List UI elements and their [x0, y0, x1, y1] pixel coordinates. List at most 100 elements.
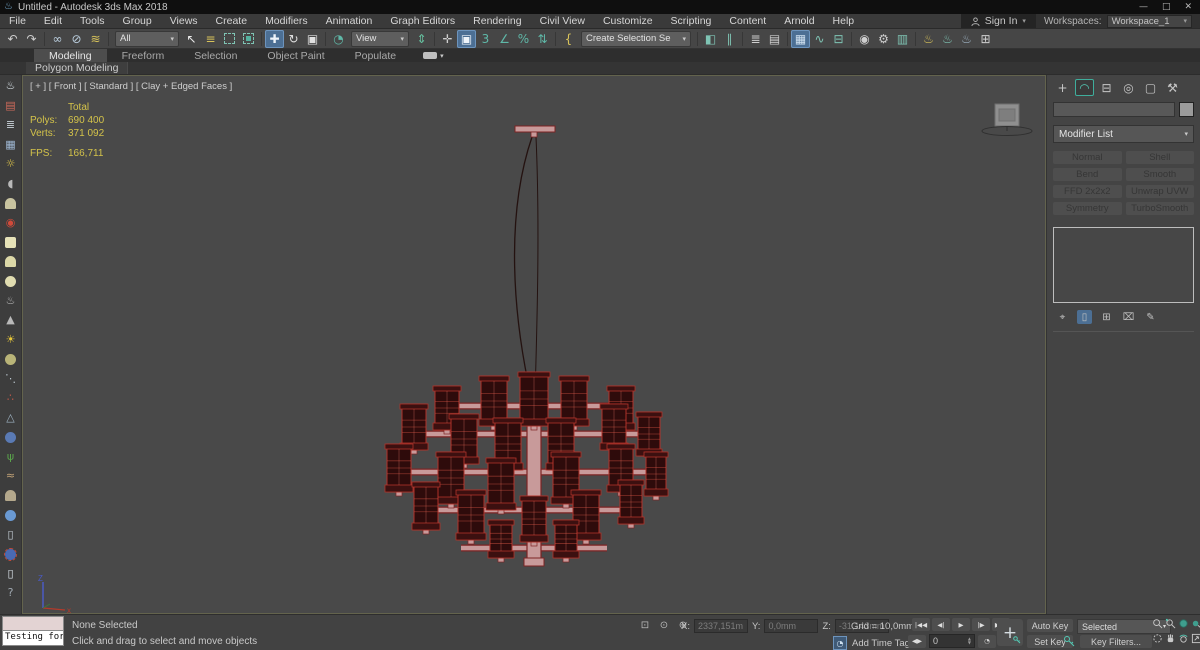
clipboard-icon[interactable]: ▯ [3, 527, 19, 543]
shell-icon[interactable] [3, 488, 19, 504]
polygon-modeling-panel[interactable]: Polygon Modeling [26, 62, 129, 74]
zoom-extents-all-icon[interactable] [1178, 618, 1189, 629]
menu-graph-editors[interactable]: Graph Editors [381, 14, 464, 28]
dome-primitive-icon[interactable] [3, 254, 19, 270]
menu-arnold[interactable]: Arnold [775, 14, 823, 28]
render-production-icon[interactable]: ♨ [919, 30, 938, 48]
ribbon-tab-object-paint[interactable]: Object Paint [252, 49, 339, 62]
macro-recorder-field[interactable] [2, 616, 64, 631]
menu-tools[interactable]: Tools [71, 14, 114, 28]
render-flyout-icon[interactable]: ♨ [957, 30, 976, 48]
zoom-extents-selected-icon[interactable] [1191, 618, 1200, 629]
remove-modifier-icon[interactable]: ⌧ [1121, 310, 1136, 324]
pan-icon[interactable] [1165, 633, 1176, 644]
select-and-manipulate-icon[interactable]: ⇕ [412, 30, 431, 48]
document-icon[interactable]: ▯ [3, 566, 19, 582]
align-icon[interactable]: ∥ [720, 30, 739, 48]
scene-explorer-shortcut-icon[interactable]: ▤ [3, 98, 19, 114]
teapot-primitive-icon[interactable]: ♨ [3, 293, 19, 309]
modifier-button-symmetry[interactable]: Symmetry [1053, 202, 1122, 215]
y-field[interactable]: 0,0mm [764, 619, 819, 633]
menu-customize[interactable]: Customize [594, 14, 662, 28]
menu-content[interactable]: Content [720, 14, 775, 28]
ribbon-tab-freeform[interactable]: Freeform [107, 49, 180, 62]
show-end-result-icon[interactable]: ▯ [1077, 310, 1092, 324]
scene-explorer-icon[interactable]: ▤ [765, 30, 784, 48]
x-field[interactable]: 2337,151m [693, 619, 748, 633]
lamp-shortcut-icon[interactable]: ◖ [3, 176, 19, 192]
light-lister-shortcut-icon[interactable]: ☼ [3, 156, 19, 172]
set-keys-button[interactable]: + [997, 619, 1023, 646]
menu-civil-view[interactable]: Civil View [531, 14, 594, 28]
chandelier-model[interactable] [384, 125, 669, 567]
orbit-icon[interactable] [1178, 633, 1189, 644]
molecule-icon[interactable]: ∴ [3, 390, 19, 406]
select-and-link-icon[interactable]: ∞ [48, 30, 67, 48]
blue-sphere-icon[interactable] [3, 507, 19, 523]
maxscript-mini-listener[interactable]: Testing for i [2, 616, 64, 646]
bind-to-space-warp-icon[interactable]: ≋ [86, 30, 105, 48]
time-configuration-icon[interactable]: ◔ [978, 634, 996, 648]
zoom-icon[interactable] [1152, 618, 1163, 629]
key-filters-button[interactable]: Key Filters... [1080, 635, 1152, 648]
bird-icon[interactable]: ≈ [3, 468, 19, 484]
menu-animation[interactable]: Animation [317, 14, 382, 28]
named-selection-sets-dropdown[interactable]: Create Selection Se ▾ [581, 30, 691, 47]
maximize-icon[interactable]: □ [1162, 2, 1171, 12]
configure-modifier-sets-icon[interactable]: ✎ [1143, 310, 1158, 324]
schematic-view-icon[interactable]: ⊟ [829, 30, 848, 48]
utilities-tab[interactable]: ⚒ [1163, 79, 1182, 96]
selection-lock-icon[interactable]: ⊙ [657, 619, 671, 632]
modifier-list-dropdown[interactable]: Modifier List ▾ [1053, 125, 1194, 143]
motion-tab[interactable]: ◎ [1119, 79, 1138, 96]
object-color-swatch[interactable] [1179, 102, 1194, 117]
ribbon-display-toggle[interactable]: ▾ [423, 52, 444, 60]
menu-scripting[interactable]: Scripting [662, 14, 721, 28]
ribbon-toggle-icon[interactable]: ▦ [791, 29, 810, 48]
menu-group[interactable]: Group [114, 14, 161, 28]
rock-icon[interactable] [3, 429, 19, 445]
zoom-all-icon[interactable] [1165, 618, 1176, 629]
auto-key-button[interactable]: Auto Key [1027, 619, 1073, 632]
modifier-button-bend[interactable]: Bend [1053, 168, 1122, 181]
rain-particles-icon[interactable]: ⋱ [3, 371, 19, 387]
render-in-cloud-icon[interactable]: ♨ [938, 30, 957, 48]
maximize-viewport-icon[interactable] [1191, 633, 1200, 644]
display-tab[interactable]: ▢ [1141, 79, 1160, 96]
select-object-icon[interactable]: ↖ [182, 30, 201, 48]
menu-help[interactable]: Help [824, 14, 864, 28]
create-tab[interactable]: + [1053, 79, 1072, 96]
close-icon[interactable]: ✕ [1184, 2, 1192, 12]
menu-file[interactable]: File [0, 14, 35, 28]
hemisphere-shortcut-icon[interactable] [3, 195, 19, 211]
viewport-canvas[interactable]: Zx [23, 76, 1045, 613]
reference-coordinate-system-dropdown[interactable]: View ▾ [351, 30, 409, 47]
spreadsheet-shortcut-icon[interactable]: ▦ [3, 137, 19, 153]
rendered-frame-window-icon[interactable]: ▥ [893, 30, 912, 48]
hierarchy-tab[interactable]: ⊟ [1097, 79, 1116, 96]
menu-rendering[interactable]: Rendering [464, 14, 530, 28]
object-name-field[interactable] [1053, 102, 1175, 117]
snap-toggle-icon[interactable]: ▣ [457, 29, 476, 48]
select-and-rotate-icon[interactable]: ↻ [284, 30, 303, 48]
sign-in-button[interactable]: Sign In ▾ [960, 14, 1036, 28]
minimize-icon[interactable]: — [1139, 2, 1148, 12]
listener-field[interactable]: Testing for i [2, 631, 64, 646]
next-frame-icon[interactable]: |▶ [972, 618, 990, 631]
ribbon-tab-populate[interactable]: Populate [340, 49, 411, 62]
modifier-button-turbosmooth[interactable]: TurboSmooth [1125, 202, 1194, 215]
set-key-filters-icon[interactable] [1063, 635, 1076, 648]
modifier-button-smooth[interactable]: Smooth [1125, 168, 1194, 181]
cone-primitive-icon[interactable]: ▲ [3, 312, 19, 328]
ribbon-tab-modeling[interactable]: Modeling [34, 49, 107, 62]
sphere-selection-icon[interactable] [3, 546, 19, 562]
sphere-primitive-icon[interactable] [3, 273, 19, 289]
rectangular-selection-region-icon[interactable] [220, 30, 239, 48]
modifier-button-unwrap-uvw[interactable]: Unwrap UVW [1125, 185, 1194, 198]
modifier-button-shell[interactable]: Shell [1125, 151, 1194, 164]
go-to-start-icon[interactable]: |◀◀ [912, 618, 930, 631]
box-primitive-icon[interactable] [3, 234, 19, 250]
pin-stack-icon[interactable]: ⌖ [1055, 310, 1070, 324]
modifier-button-normal[interactable]: Normal [1053, 151, 1122, 164]
play-icon[interactable]: ▶ [952, 618, 970, 631]
